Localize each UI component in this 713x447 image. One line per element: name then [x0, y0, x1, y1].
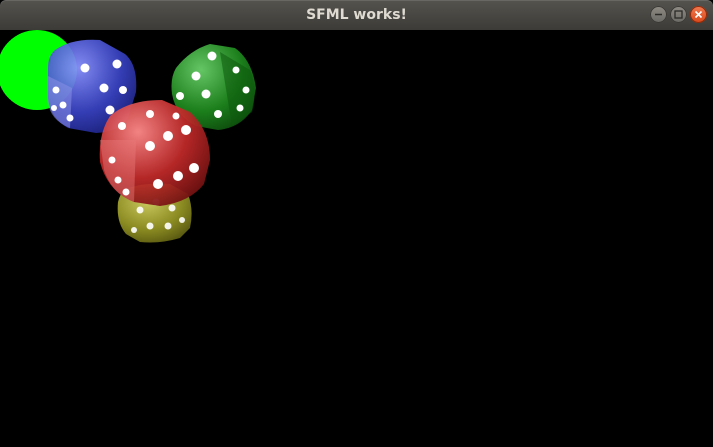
maximize-icon	[674, 10, 683, 19]
title-bar[interactable]: SFML works!	[0, 0, 713, 30]
minimize-button[interactable]	[650, 6, 667, 23]
maximize-button[interactable]	[670, 6, 687, 23]
app-window: SFML works!	[0, 0, 713, 447]
minimize-icon	[655, 13, 662, 16]
render-canvas[interactable]	[0, 30, 713, 447]
red-die	[99, 100, 210, 206]
window-title: SFML works!	[306, 7, 407, 23]
close-button[interactable]	[690, 6, 707, 23]
close-icon	[694, 10, 703, 19]
window-controls	[650, 6, 707, 23]
scene-svg	[0, 30, 256, 243]
